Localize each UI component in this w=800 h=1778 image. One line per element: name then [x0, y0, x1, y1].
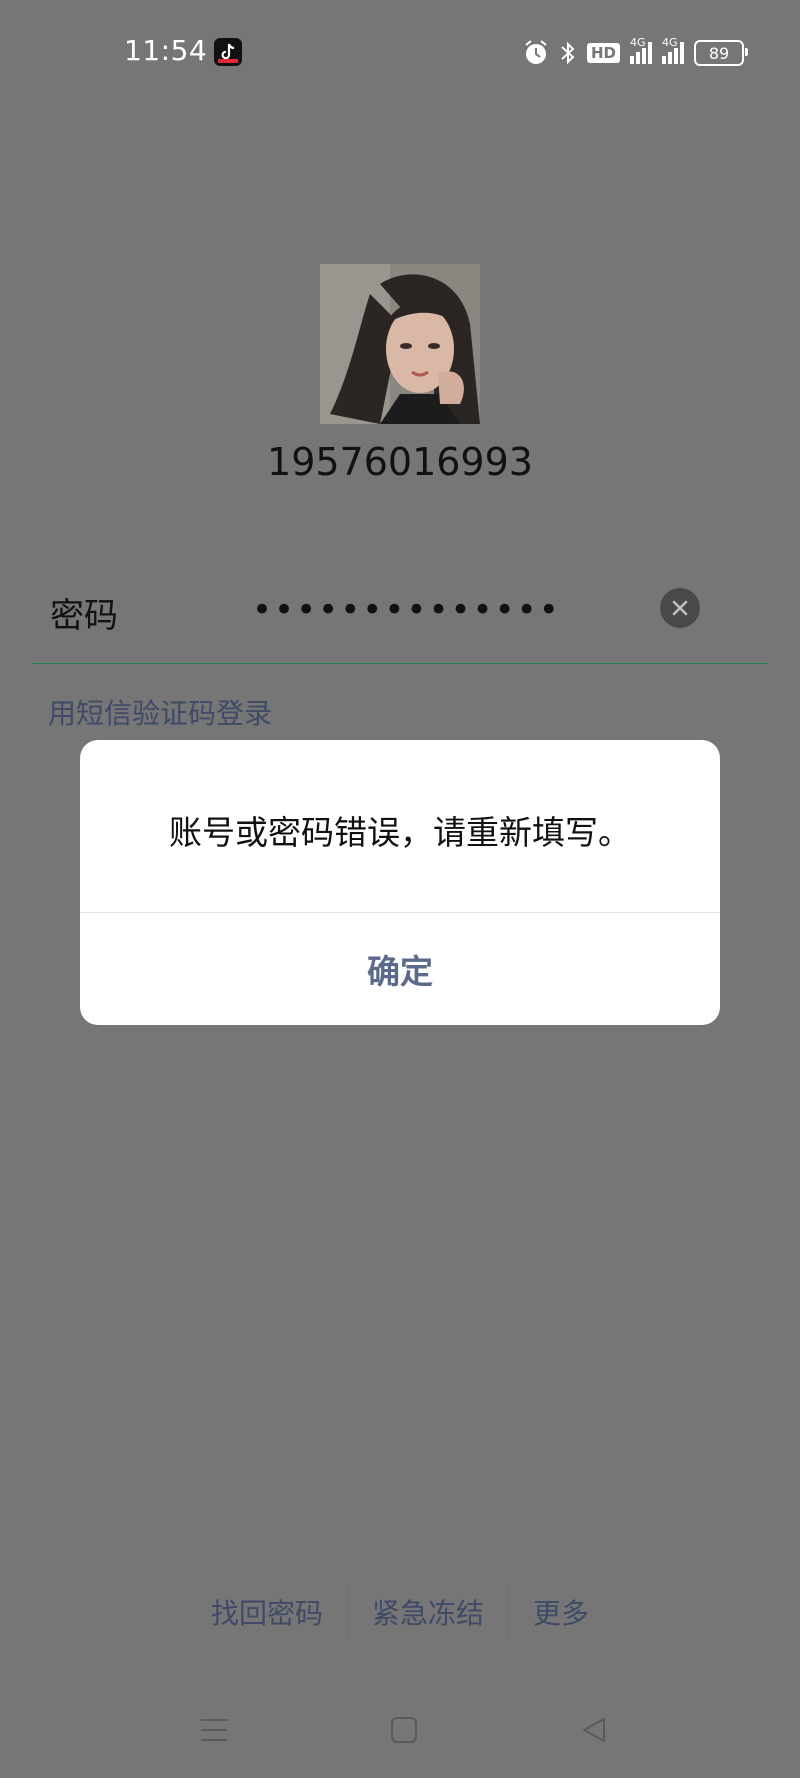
- password-underline: [32, 663, 768, 664]
- signal-4g-icon: 4G: [630, 36, 652, 64]
- status-bar: 11:54 HD 4G 4G 89: [0, 0, 800, 110]
- tiktok-icon: [214, 38, 242, 66]
- network-type-label: 4G: [662, 36, 678, 49]
- bottom-links: 找回密码 紧急冻结 更多: [0, 1584, 800, 1640]
- home-button[interactable]: [386, 1712, 422, 1748]
- close-icon: [672, 600, 688, 616]
- status-icons: HD 4G 4G 89: [523, 36, 748, 70]
- network-type-label: 4G: [630, 36, 646, 49]
- battery-icon: 89: [694, 40, 748, 66]
- home-icon: [391, 1717, 417, 1743]
- status-time: 11:54: [124, 34, 208, 67]
- sms-login-link[interactable]: 用短信验证码登录: [48, 692, 272, 732]
- bluetooth-icon: [561, 41, 575, 65]
- password-label: 密码: [50, 596, 118, 636]
- more-link[interactable]: 更多: [509, 1592, 613, 1632]
- back-icon: [583, 1718, 605, 1742]
- confirm-button[interactable]: 确定: [80, 913, 720, 1025]
- system-nav-bar: [0, 1700, 800, 1760]
- back-button[interactable]: [576, 1712, 612, 1748]
- recover-password-link[interactable]: 找回密码: [187, 1592, 347, 1632]
- battery-level: 89: [708, 43, 730, 63]
- menu-button[interactable]: [196, 1712, 232, 1748]
- clear-password-button[interactable]: [660, 588, 700, 628]
- hd-icon: HD: [586, 43, 620, 63]
- password-field[interactable]: ••••••••••••••: [252, 590, 561, 630]
- avatar: [320, 264, 480, 424]
- dialog-message: 账号或密码错误，请重新填写。: [169, 813, 631, 852]
- account-number: 19576016993: [267, 440, 533, 484]
- error-dialog: 账号或密码错误，请重新填写。 确定: [80, 740, 720, 1025]
- menu-icon: [201, 1719, 227, 1741]
- signal-4g-icon: 4G: [662, 36, 684, 64]
- alarm-icon: [525, 40, 547, 64]
- emergency-freeze-link[interactable]: 紧急冻结: [348, 1592, 508, 1632]
